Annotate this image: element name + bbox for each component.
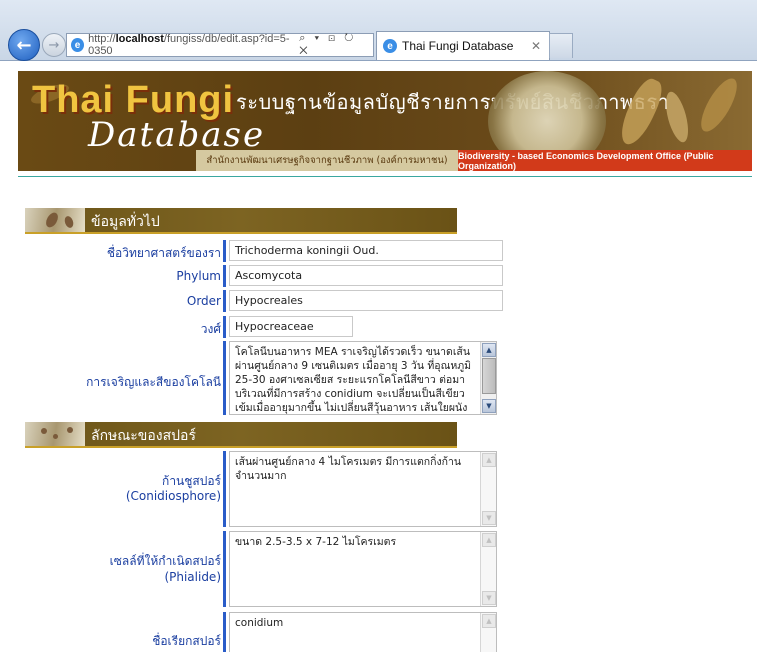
textarea-scrollbar[interactable]: ▲ ▼ [480, 532, 496, 606]
field-accent-bar [223, 265, 226, 287]
field-accent-bar [223, 290, 226, 312]
internet-explorer-icon: e [383, 39, 397, 53]
section-header-spore: ลักษณะของสปอร์ [25, 422, 457, 448]
conidiophore-label-en: (Conidiosphore) [125, 489, 221, 503]
field-accent-bar [223, 240, 226, 262]
scroll-down-icon[interactable]: ▼ [482, 511, 496, 525]
spore-name-label: ชื่อเรียกสปอร์ [152, 634, 221, 648]
site-banner: Thai Fungi Database ระบบฐานข้อมูลบัญชีรา… [18, 71, 752, 171]
scroll-up-icon[interactable]: ▲ [482, 533, 496, 547]
phialide-label: เซลล์ที่ให้กำเนิดสปอร์ [109, 554, 221, 568]
colony-growth-label: การเจริญและสีของโคโลนี [86, 375, 221, 389]
scroll-up-icon[interactable]: ▲ [482, 453, 496, 467]
org-name-thai: สำนักงานพัฒนาเศรษฐกิจจากฐานชีวภาพ (องค์ก… [196, 150, 458, 171]
scientific-name-label: ชื่อวิทยาศาสตร์ของรา [106, 246, 221, 260]
scroll-up-icon[interactable]: ▲ [482, 343, 496, 357]
conidiophore-textarea[interactable]: เส้นผ่านศูนย์กลาง 4 ไมโครเมตร มีการแตกกิ… [229, 451, 497, 527]
phialide-label-en: (Phialide) [164, 570, 221, 584]
org-name-english: Biodiversity - based Economics Developme… [458, 150, 752, 171]
scientific-name-field[interactable]: Trichoderma koningii Oud. [229, 240, 503, 261]
new-tab-button[interactable] [549, 33, 573, 58]
textarea-scrollbar[interactable]: ▲ ▼ [480, 452, 496, 526]
conidiophore-text: เส้นผ่านศูนย์กลาง 4 ไมโครเมตร มีการแตกกิ… [235, 456, 462, 482]
address-tools-icons[interactable]: ⌕ ▾ ⊡ ↻ ✕ [299, 32, 369, 58]
tab-title: Thai Fungi Database [402, 39, 514, 53]
section-thumbnail-image [25, 422, 85, 446]
address-bar[interactable]: e http://localhost/fungiss/db/edit.asp?i… [66, 32, 374, 58]
section-title: ข้อมูลทั่วไป [91, 214, 160, 230]
field-accent-bar [223, 612, 226, 652]
spore-name-textarea[interactable]: conidium ▲ [229, 612, 497, 652]
forward-arrow-icon[interactable]: → [42, 33, 66, 57]
field-accent-bar [223, 341, 226, 415]
colony-growth-textarea[interactable]: โคโลนีบนอาหาร MEA ราเจริญได้รวดเร็ว ขนาด… [229, 341, 497, 415]
tab-thai-fungi-database[interactable]: e Thai Fungi Database ✕ [376, 31, 550, 60]
family-label: วงศ์ [200, 322, 221, 336]
textarea-scrollbar[interactable]: ▲ ▼ [480, 342, 496, 414]
phylum-field[interactable]: Ascomycota [229, 265, 503, 286]
field-accent-bar [223, 451, 226, 527]
address-url: http://localhost/fungiss/db/edit.asp?id=… [88, 33, 290, 57]
phialide-textarea[interactable]: ขนาด 2.5-3.5 x 7-12 ไมโครเมตร ▲ ▼ [229, 531, 497, 607]
browser-toolbar: ← → e http://localhost/fungiss/db/edit.a… [0, 0, 757, 61]
scroll-thumb[interactable] [482, 358, 496, 394]
fungus-image [694, 73, 744, 137]
colony-growth-text: โคโลนีบนอาหาร MEA ราเจริญได้รวดเร็ว ขนาด… [235, 346, 472, 414]
back-arrow-icon[interactable]: ← [8, 29, 40, 61]
section-title: ลักษณะของสปอร์ [91, 428, 196, 444]
order-label: Order [186, 294, 221, 308]
order-field[interactable]: Hypocreales [229, 290, 503, 311]
tab-close-icon[interactable]: ✕ [531, 39, 541, 53]
field-accent-bar [223, 316, 226, 338]
textarea-scrollbar[interactable]: ▲ [480, 613, 496, 652]
header-divider [18, 176, 752, 177]
section-header-general: ข้อมูลทั่วไป [25, 208, 457, 234]
section-thumbnail-image [25, 208, 85, 232]
scroll-down-icon[interactable]: ▼ [482, 399, 496, 413]
family-field[interactable]: Hypocreaceae [229, 316, 353, 337]
phialide-text: ขนาด 2.5-3.5 x 7-12 ไมโครเมตร [235, 536, 397, 548]
scroll-down-icon[interactable]: ▼ [482, 591, 496, 605]
spore-name-text: conidium [235, 617, 284, 629]
scroll-up-icon[interactable]: ▲ [482, 614, 496, 628]
field-accent-bar [223, 531, 226, 607]
logo-database: Database [88, 115, 266, 155]
internet-explorer-icon: e [71, 38, 85, 52]
phylum-label: Phylum [176, 269, 221, 283]
